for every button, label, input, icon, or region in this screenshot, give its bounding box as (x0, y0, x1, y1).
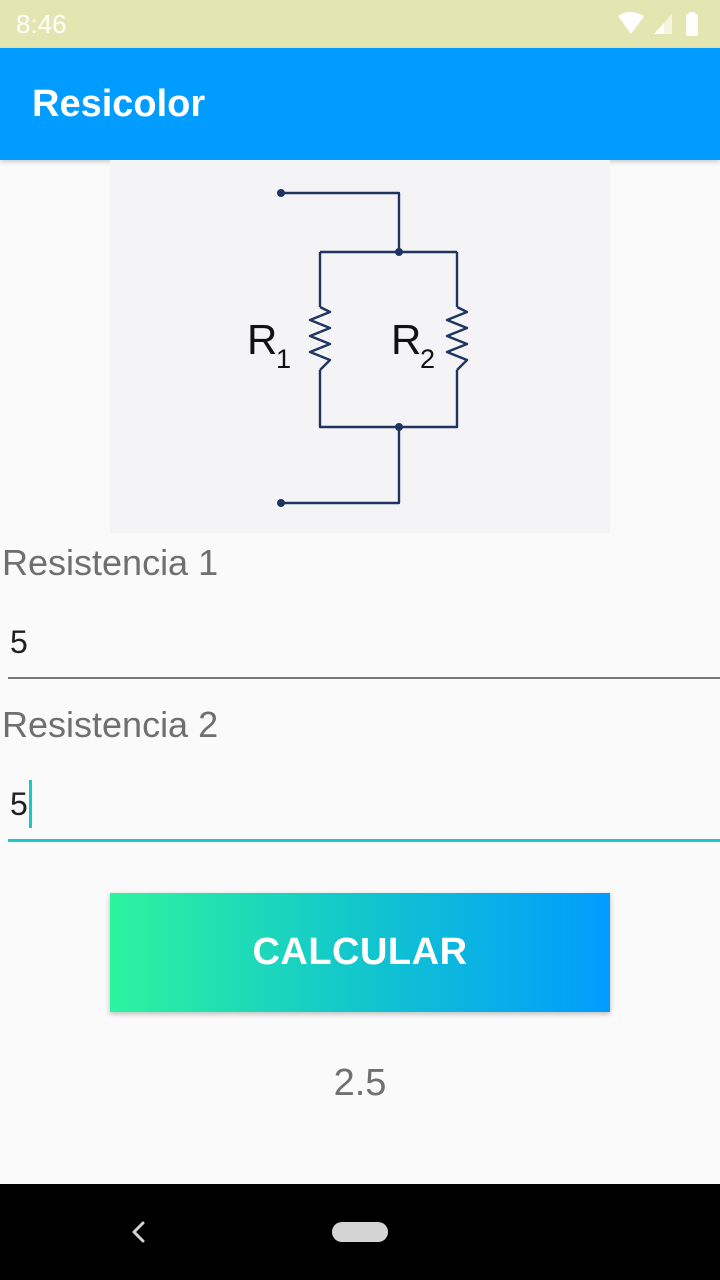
resistance1-input[interactable]: 5 (8, 612, 720, 672)
r2-label: R (391, 316, 421, 363)
app-bar: Resicolor (0, 48, 720, 160)
resistance2-underline (8, 839, 720, 842)
calculate-button[interactable]: CALCULAR (110, 893, 610, 1012)
text-cursor (28, 779, 32, 828)
status-icons (616, 10, 706, 38)
resistance2-input[interactable]: 5 (8, 774, 720, 834)
r2-subscript: 2 (420, 344, 435, 374)
r1-label: R (247, 316, 277, 363)
resistance1-label: Resistencia 1 (2, 542, 219, 583)
back-icon[interactable] (126, 1218, 150, 1251)
cellular-signal-icon (654, 14, 672, 34)
status-time: 8:46 (16, 9, 67, 39)
app-title: Resicolor (32, 83, 206, 125)
resistance2-label: Resistencia 2 (2, 704, 219, 745)
resistance1-value: 5 (10, 624, 28, 660)
battery-icon (686, 12, 698, 36)
resistance2-value: 5 (10, 786, 28, 822)
status-bar: 8:46 (0, 0, 720, 48)
r1-subscript: 1 (276, 344, 291, 374)
result-value: 2.5 (333, 1062, 387, 1104)
parallel-circuit-image: R 1 R 2 (110, 160, 610, 533)
wifi-icon (618, 12, 644, 34)
resistance1-underline (8, 677, 720, 679)
home-pill-icon[interactable] (332, 1222, 388, 1242)
resistor-r1 (308, 305, 332, 371)
resistor-r2 (445, 305, 469, 371)
